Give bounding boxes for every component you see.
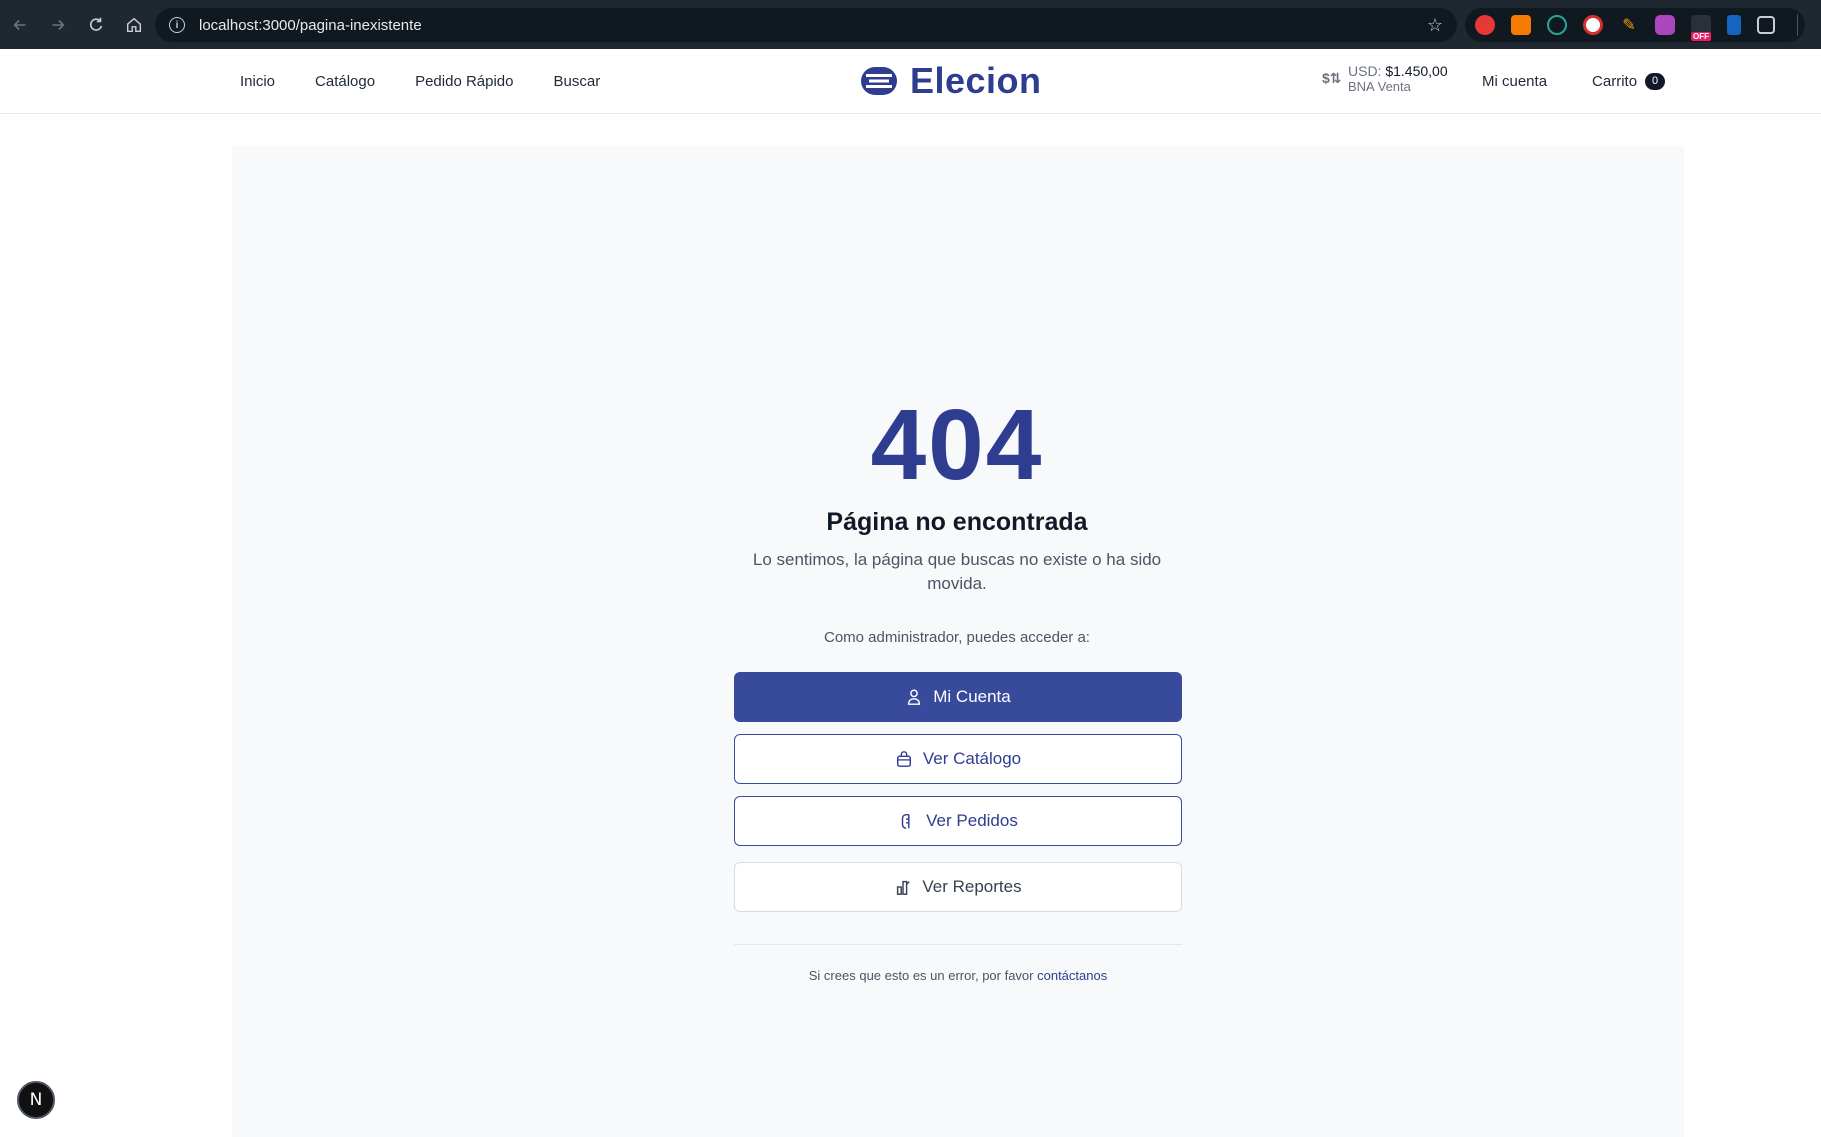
reports-chart-icon bbox=[897, 880, 911, 895]
reload-icon[interactable] bbox=[78, 7, 114, 43]
main-nav: Inicio Catálogo Pedido Rápido Buscar bbox=[240, 49, 600, 113]
cart-label: Carrito bbox=[1592, 72, 1638, 90]
account-nav: Mi cuenta Carrito 0 bbox=[1482, 49, 1666, 113]
extension-toggle-icon[interactable]: OFF bbox=[1691, 15, 1711, 41]
ver-pedidos-label: Ver Pedidos bbox=[926, 811, 1018, 830]
ver-reportes-label: Ver Reportes bbox=[922, 877, 1022, 896]
cart-count-badge: 0 bbox=[1645, 72, 1666, 90]
error-code: 404 bbox=[870, 389, 1044, 501]
site-info-icon[interactable]: i bbox=[169, 17, 185, 33]
ver-catalogo-label: Ver Catálogo bbox=[922, 749, 1022, 768]
logo-text: Elecion bbox=[910, 60, 1042, 101]
nav-catalogo[interactable]: Catálogo bbox=[315, 73, 375, 90]
site-logo[interactable]: Elecion bbox=[860, 60, 1042, 101]
logo-mark-icon bbox=[861, 67, 897, 95]
extension-pen-icon[interactable]: ✎ bbox=[1619, 15, 1639, 35]
nav-pedido-rapido[interactable]: Pedido Rápido bbox=[415, 73, 513, 90]
extensions-bar: ✎ OFF bbox=[1465, 8, 1805, 42]
ver-catalogo-button[interactable]: Ver Catálogo bbox=[734, 734, 1182, 784]
admin-label: Como administrador, puedes acceder a: bbox=[824, 629, 1090, 646]
extension-off-badge: OFF bbox=[1691, 32, 1711, 41]
bag-icon bbox=[896, 751, 911, 767]
exchange-icon: $⇅ bbox=[1322, 70, 1342, 86]
error-message: Lo sentimos, la página que buscas no exi… bbox=[752, 550, 1162, 593]
receipt-icon bbox=[901, 813, 910, 829]
extension-fox-icon[interactable] bbox=[1511, 15, 1531, 35]
extension-purple-icon[interactable] bbox=[1655, 15, 1675, 35]
extension-red-icon[interactable] bbox=[1475, 15, 1495, 35]
nav-carrito[interactable]: Carrito 0 bbox=[1592, 72, 1666, 90]
nav-mi-cuenta[interactable]: Mi cuenta bbox=[1482, 73, 1547, 90]
ver-pedidos-button[interactable]: Ver Pedidos bbox=[734, 796, 1182, 846]
contact-link[interactable]: contáctanos bbox=[1037, 968, 1107, 983]
extensions-puzzle-icon[interactable] bbox=[1757, 16, 1775, 34]
extension-blue-icon[interactable] bbox=[1727, 15, 1741, 35]
fx-value: $1.450,00 bbox=[1385, 63, 1448, 79]
home-icon[interactable] bbox=[116, 7, 152, 43]
bookmark-star-icon[interactable]: ☆ bbox=[1427, 15, 1443, 35]
mi-cuenta-label: Mi Cuenta bbox=[933, 687, 1011, 706]
fx-currency: USD: bbox=[1348, 63, 1382, 79]
ver-reportes-button[interactable]: Ver Reportes bbox=[734, 862, 1182, 912]
page-title: Página no encontrada bbox=[826, 508, 1088, 536]
nav-buscar[interactable]: Buscar bbox=[554, 73, 601, 90]
nav-inicio[interactable]: Inicio bbox=[240, 73, 275, 90]
nextjs-dev-badge-icon[interactable]: N bbox=[17, 1081, 55, 1119]
footer-divider bbox=[734, 944, 1182, 945]
fx-source: BNA Venta bbox=[1348, 79, 1411, 94]
footer-note: Si crees que esto es un error, por favor… bbox=[734, 968, 1182, 983]
site-header: Inicio Catálogo Pedido Rápido Buscar Ele… bbox=[0, 49, 1821, 114]
address-bar[interactable]: i localhost:3000/pagina-inexistente ☆ bbox=[155, 8, 1457, 42]
user-icon bbox=[908, 689, 921, 705]
exchange-rate: $⇅ USD: $1.450,00 BNA Venta bbox=[1322, 63, 1448, 95]
back-icon[interactable] bbox=[2, 7, 38, 43]
toolbar-divider bbox=[1797, 14, 1798, 36]
address-url[interactable]: localhost:3000/pagina-inexistente bbox=[199, 17, 422, 34]
extension-pokeball-icon[interactable] bbox=[1583, 15, 1603, 35]
footer-note-text: Si crees que esto es un error, por favor bbox=[808, 968, 1038, 983]
mi-cuenta-button[interactable]: Mi Cuenta bbox=[734, 672, 1182, 722]
extension-react-icon[interactable] bbox=[1547, 15, 1567, 35]
forward-icon[interactable] bbox=[40, 7, 76, 43]
